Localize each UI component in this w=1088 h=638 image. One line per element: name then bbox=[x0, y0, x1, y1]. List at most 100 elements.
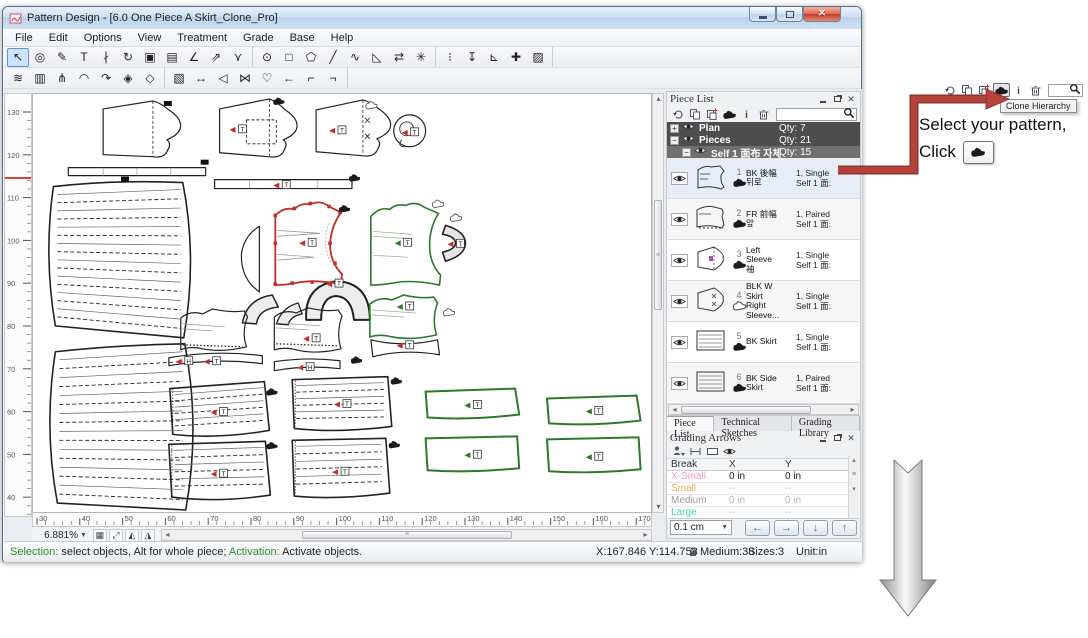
circle-pattern-tool[interactable]: ✳ bbox=[410, 48, 432, 67]
walk-tool[interactable]: ← bbox=[278, 69, 300, 88]
width-tool[interactable]: ↔ bbox=[190, 69, 212, 88]
minimize-button[interactable] bbox=[749, 7, 776, 22]
canvas-h-scrollbar[interactable]: ◂ ≡ ▸ bbox=[161, 529, 652, 541]
measure-tool[interactable]: ✎ bbox=[51, 48, 73, 67]
tab-grading-library[interactable]: Grading Library bbox=[792, 416, 860, 431]
refresh-icon[interactable] bbox=[942, 83, 959, 97]
visibility-toggle[interactable] bbox=[671, 336, 688, 349]
fan-tool[interactable]: ⋈ bbox=[234, 69, 256, 88]
copy-icon[interactable] bbox=[959, 83, 976, 97]
rotate-tool[interactable]: ↻ bbox=[117, 48, 139, 67]
show-pieces-icon[interactable]: ◭ bbox=[125, 529, 139, 542]
delete-icon[interactable] bbox=[1027, 83, 1044, 97]
visibility-toggle[interactable] bbox=[671, 254, 688, 267]
move-y-tool[interactable]: ▤ bbox=[161, 48, 183, 67]
menu-base[interactable]: Base bbox=[282, 30, 323, 46]
clone-hierarchy-icon[interactable] bbox=[993, 83, 1010, 97]
panel-close-icon[interactable]: ✕ bbox=[845, 94, 857, 105]
ease-tool[interactable]: ♡ bbox=[256, 69, 278, 88]
grading-row[interactable]: X-Small0 in0 in bbox=[667, 471, 860, 483]
grade-down-button[interactable]: ↓ bbox=[803, 520, 828, 536]
select-tool[interactable]: ↖ bbox=[7, 48, 29, 67]
hatch-tool[interactable]: ▥ bbox=[29, 69, 51, 88]
notch-tool[interactable]: ⋔ bbox=[51, 69, 73, 88]
info-icon[interactable]: i bbox=[738, 107, 755, 121]
corner-tool[interactable]: ◺ bbox=[366, 48, 388, 67]
copy-plus-icon[interactable] bbox=[704, 107, 721, 121]
curve-tool[interactable]: ∿ bbox=[344, 48, 366, 67]
copy-plus-icon[interactable] bbox=[976, 83, 993, 97]
grade-up-button[interactable]: ↑ bbox=[832, 520, 857, 536]
y-value[interactable]: -- bbox=[785, 507, 835, 518]
x-value[interactable]: 0 in bbox=[729, 495, 785, 506]
pattern-canvas[interactable]: TTTTTTTTHTTHTTTTTTTTTT bbox=[32, 93, 652, 513]
corner-a-tool[interactable]: ⌐ bbox=[300, 69, 322, 88]
eye-icon[interactable] bbox=[682, 122, 695, 134]
menu-view[interactable]: View bbox=[130, 30, 170, 46]
menu-edit[interactable]: Edit bbox=[41, 30, 76, 46]
tab-piece-list[interactable]: Piece List bbox=[667, 416, 714, 431]
measure-icon[interactable] bbox=[687, 445, 704, 459]
clone-hierarchy-button[interactable] bbox=[963, 141, 994, 164]
menu-grade[interactable]: Grade bbox=[235, 30, 282, 46]
scroll-right-icon[interactable]: ▸ bbox=[640, 530, 651, 540]
menu-treatment[interactable]: Treatment bbox=[169, 30, 235, 46]
perpendicular-tool[interactable]: ⊾ bbox=[483, 48, 505, 67]
taper-tool[interactable]: ◁ bbox=[212, 69, 234, 88]
title-bar[interactable]: Pattern Design - [6.0 One Piece A Skirt_… bbox=[3, 7, 861, 29]
panel-minimize-icon[interactable] bbox=[817, 433, 829, 444]
shape-tool[interactable]: ◇ bbox=[139, 69, 161, 88]
show-plan-icon[interactable]: ◮ bbox=[141, 529, 155, 542]
close-button[interactable]: ✕ bbox=[803, 7, 841, 22]
tree-expander-icon[interactable]: − bbox=[670, 136, 679, 145]
piece-list-h-scrollbar[interactable]: ◂ ▸ bbox=[668, 404, 859, 415]
grade-move-tool[interactable]: ⇗ bbox=[205, 48, 227, 67]
scroll-left-icon[interactable]: ◂ bbox=[669, 405, 680, 415]
piece-list-item[interactable]: 3LeftSleeve袖1, SingleSelf 1 面: bbox=[667, 240, 860, 281]
grid-tool[interactable]: ▨ bbox=[527, 48, 549, 67]
copy-icon[interactable] bbox=[687, 107, 704, 121]
facing-tool[interactable]: ◈ bbox=[117, 69, 139, 88]
fit-view-icon[interactable]: ⤢ bbox=[109, 529, 123, 542]
grading-caption[interactable]: Grading Arrows ✕ bbox=[667, 431, 860, 445]
dart-tool[interactable]: ◠ bbox=[73, 69, 95, 88]
zoom-dropdown-icon[interactable]: ▼ bbox=[80, 532, 87, 539]
maximize-button[interactable] bbox=[776, 7, 803, 22]
grade-right-button[interactable]: → bbox=[774, 520, 799, 536]
piece-search-input[interactable] bbox=[1048, 84, 1083, 97]
exchange-tool[interactable]: ⇄ bbox=[388, 48, 410, 67]
piece-list-item[interactable]: 6BK SideSkirt1, PairedSelf 1 面: bbox=[667, 363, 860, 404]
tab-technical-sketches[interactable]: Technical Sketches bbox=[714, 416, 792, 431]
visibility-toggle[interactable] bbox=[671, 377, 688, 390]
panel-float-icon[interactable] bbox=[831, 433, 843, 444]
eye-icon[interactable] bbox=[721, 445, 738, 459]
scroll-down-icon[interactable]: ▾ bbox=[653, 502, 664, 512]
tree-item[interactable]: −Self 1 面布 자체Qty: 15 bbox=[667, 146, 860, 158]
tree-expander-icon[interactable]: + bbox=[670, 124, 679, 133]
flip-tool[interactable]: ↷ bbox=[95, 69, 117, 88]
grading-row[interactable]: Small---- bbox=[667, 483, 860, 495]
refresh-icon[interactable] bbox=[670, 107, 687, 121]
seam-tool[interactable]: ▧ bbox=[168, 69, 190, 88]
y-value[interactable]: 0 in bbox=[785, 495, 835, 506]
align-tool[interactable]: ⁝ bbox=[439, 48, 461, 67]
scroll-left-icon[interactable]: ◂ bbox=[162, 530, 173, 540]
y-value[interactable]: -- bbox=[785, 483, 835, 494]
panel-float-icon[interactable] bbox=[831, 94, 843, 105]
scroll-up-icon[interactable]: ▴ bbox=[653, 94, 664, 104]
move-x-tool[interactable]: ▣ bbox=[139, 48, 161, 67]
x-value[interactable]: 0 in bbox=[729, 471, 785, 482]
point-tool[interactable]: ⊙ bbox=[256, 48, 278, 67]
drop-point-tool[interactable]: ↧ bbox=[461, 48, 483, 67]
rectangle-tool[interactable]: □ bbox=[278, 48, 300, 67]
text-tool[interactable]: T bbox=[73, 48, 95, 67]
piece-list-caption[interactable]: Piece List ✕ bbox=[667, 92, 860, 106]
eye-icon[interactable] bbox=[682, 134, 695, 146]
panel-close-icon[interactable]: ✕ bbox=[845, 433, 857, 444]
x-value[interactable]: -- bbox=[729, 507, 785, 518]
clone-hierarchy-icon[interactable] bbox=[721, 107, 738, 121]
canvas-v-scrollbar[interactable]: ▴ ≡ ▾ bbox=[652, 93, 664, 513]
angle-tool[interactable]: ∠ bbox=[183, 48, 205, 67]
add-point-tool[interactable]: ✚ bbox=[505, 48, 527, 67]
tree-item[interactable]: +PlanQty: 7 bbox=[667, 122, 860, 134]
